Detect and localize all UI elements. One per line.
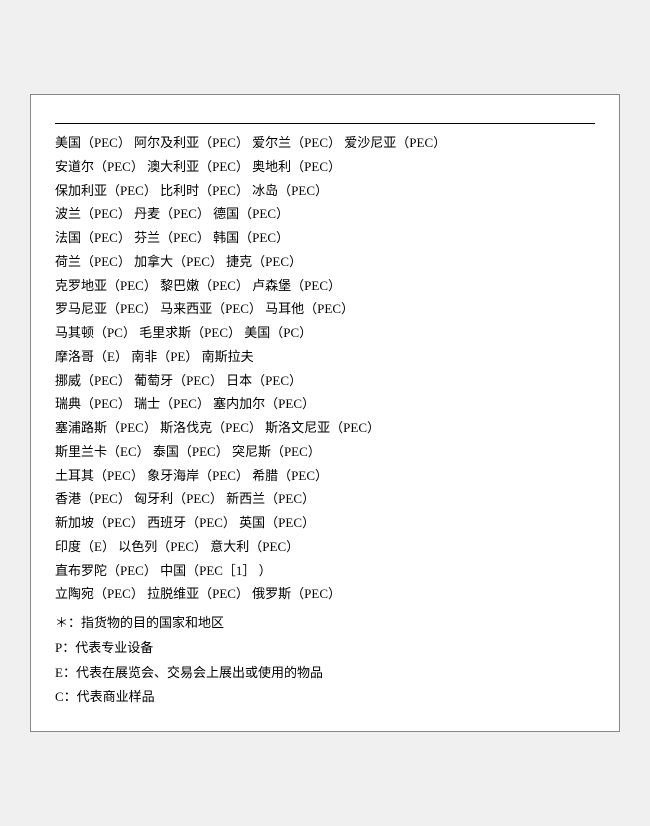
- country-row: 新加坡（PEC） 西班牙（PEC） 英国（PEC）: [55, 512, 595, 535]
- title-divider: [55, 123, 595, 124]
- main-card: 美国（PEC） 阿尔及利亚（PEC） 爱尔兰（PEC） 爱沙尼亚（PEC）安道尔…: [30, 94, 620, 732]
- country-row: 塞浦路斯（PEC） 斯洛伐克（PEC） 斯洛文尼亚（PEC）: [55, 417, 595, 440]
- country-row: 克罗地亚（PEC） 黎巴嫩（PEC） 卢森堡（PEC）: [55, 275, 595, 298]
- legend-item: E：代表在展览会、交易会上展出或使用的物品: [55, 662, 595, 685]
- country-row: 土耳其（PEC） 象牙海岸（PEC） 希腊（PEC）: [55, 465, 595, 488]
- country-row: 安道尔（PEC） 澳大利亚（PEC） 奥地利（PEC）: [55, 156, 595, 179]
- country-row: 印度（E） 以色列（PEC） 意大利（PEC）: [55, 536, 595, 559]
- country-row: 荷兰（PEC） 加拿大（PEC） 捷克（PEC）: [55, 251, 595, 274]
- country-row: 立陶宛（PEC） 拉脱维亚（PEC） 俄罗斯（PEC）: [55, 583, 595, 606]
- country-row: 波兰（PEC） 丹麦（PEC） 德国（PEC）: [55, 203, 595, 226]
- country-row: 斯里兰卡（EC） 泰国（PEC） 突尼斯（PEC）: [55, 441, 595, 464]
- country-row: 香港（PEC） 匈牙利（PEC） 新西兰（PEC）: [55, 488, 595, 511]
- country-row: 摩洛哥（E） 南非（PE） 南斯拉夫: [55, 346, 595, 369]
- country-row: 挪威（PEC） 葡萄牙（PEC） 日本（PEC）: [55, 370, 595, 393]
- country-row: 罗马尼亚（PEC） 马来西亚（PEC） 马耳他（PEC）: [55, 298, 595, 321]
- country-row: 保加利亚（PEC） 比利时（PEC） 冰岛（PEC）: [55, 180, 595, 203]
- country-row: 直布罗陀（PEC） 中国（PEC［1］ ）: [55, 560, 595, 583]
- legend-item: C：代表商业样品: [55, 686, 595, 709]
- country-list: 美国（PEC） 阿尔及利亚（PEC） 爱尔兰（PEC） 爱沙尼亚（PEC）安道尔…: [55, 132, 595, 606]
- country-row: 瑞典（PEC） 瑞士（PEC） 塞内加尔（PEC）: [55, 393, 595, 416]
- legend-item: ＊：指货物的目的国家和地区: [55, 612, 595, 635]
- country-row: 美国（PEC） 阿尔及利亚（PEC） 爱尔兰（PEC） 爱沙尼亚（PEC）: [55, 132, 595, 155]
- country-row: 法国（PEC） 芬兰（PEC） 韩国（PEC）: [55, 227, 595, 250]
- legend-section: ＊：指货物的目的国家和地区P：代表专业设备E：代表在展览会、交易会上展出或使用的…: [55, 612, 595, 709]
- country-row: 马其顿（PC） 毛里求斯（PEC） 美国（PC）: [55, 322, 595, 345]
- legend-item: P：代表专业设备: [55, 637, 595, 660]
